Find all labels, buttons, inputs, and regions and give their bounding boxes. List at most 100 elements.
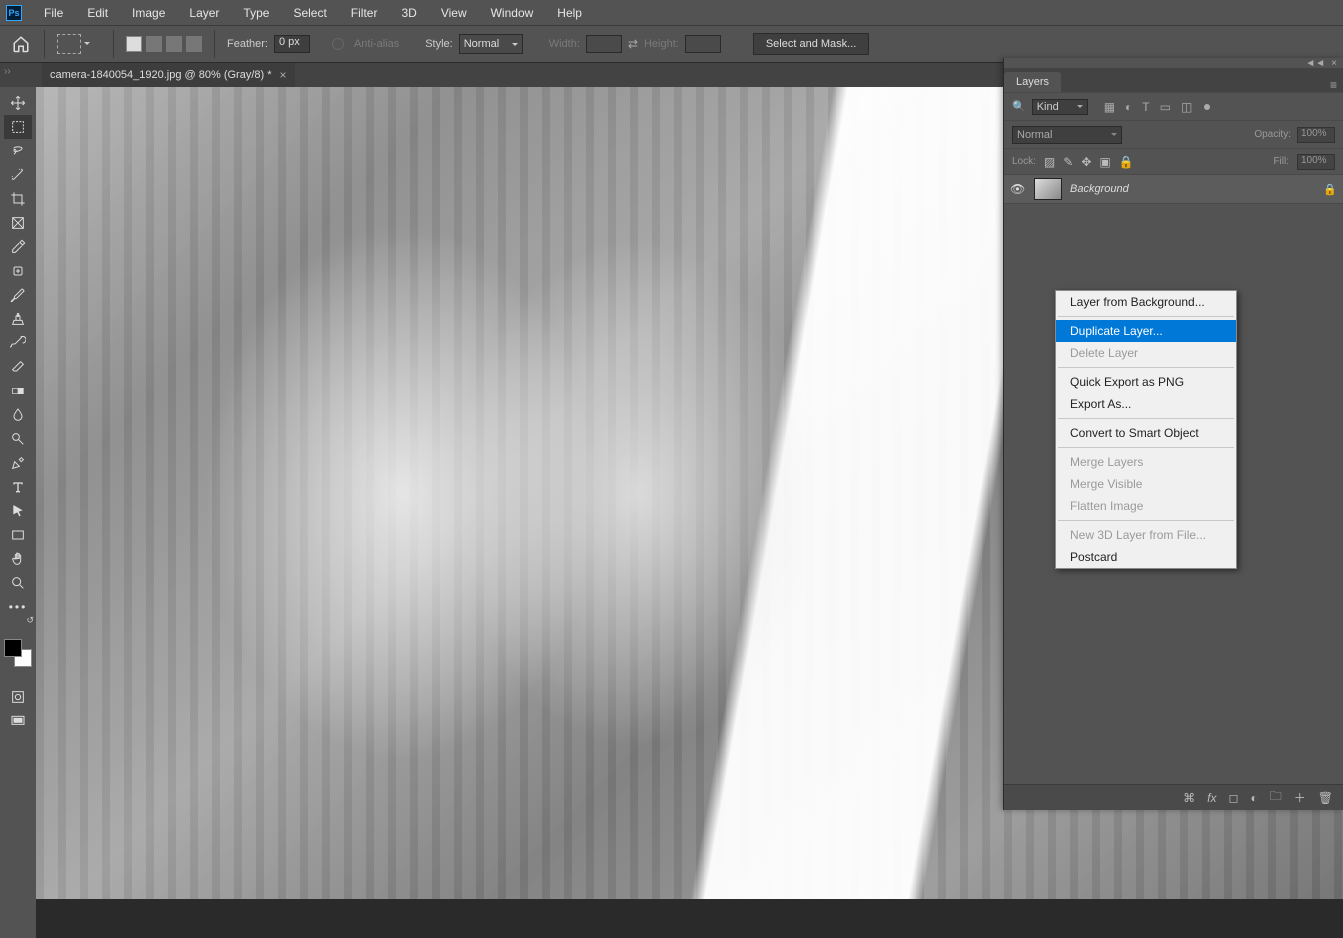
ctx-postcard[interactable]: Postcard (1056, 546, 1236, 568)
document-tab-title: camera-1840054_1920.jpg @ 80% (Gray/8) * (50, 69, 272, 81)
hand-tool[interactable] (4, 547, 32, 571)
panel-menu-icon[interactable]: ≡ (1330, 78, 1337, 92)
style-select[interactable]: Normal (459, 34, 523, 54)
ctx-convert-smart-object[interactable]: Convert to Smart Object (1056, 422, 1236, 444)
layers-tab[interactable]: Layers (1004, 72, 1061, 92)
layer-row[interactable]: 👁 Background 🔒 (1004, 174, 1343, 204)
marquee-tool[interactable] (4, 115, 32, 139)
filter-pixel-icon[interactable]: ▦ (1104, 100, 1115, 114)
history-brush-tool[interactable] (4, 331, 32, 355)
toolbox: ••• ↺ (0, 87, 36, 938)
quick-mask-icon[interactable] (4, 685, 32, 709)
collapse-icon[interactable]: ◄◄ (1305, 58, 1325, 69)
crop-tool[interactable] (4, 187, 32, 211)
opacity-label: Opacity: (1254, 129, 1291, 140)
frame-tool[interactable] (4, 211, 32, 235)
layer-name[interactable]: Background (1070, 183, 1129, 195)
ctx-layer-from-background[interactable]: Layer from Background... (1056, 291, 1236, 313)
menu-filter[interactable]: Filter (339, 6, 390, 20)
home-icon[interactable] (10, 33, 32, 55)
adjustment-layer-icon[interactable]: ◐ (1250, 791, 1257, 805)
filter-kind-select[interactable]: Kind (1032, 99, 1088, 115)
zoom-tool[interactable] (4, 571, 32, 595)
blur-tool[interactable] (4, 403, 32, 427)
selection-intersect-icon[interactable] (186, 36, 202, 52)
healing-brush-tool[interactable] (4, 259, 32, 283)
tool-preset-picker[interactable] (57, 34, 81, 54)
close-icon[interactable]: × (280, 68, 287, 82)
clone-stamp-tool[interactable] (4, 307, 32, 331)
close-icon[interactable]: × (1331, 58, 1337, 69)
link-layers-icon[interactable]: ⌘ (1183, 791, 1195, 805)
selection-subtract-icon[interactable] (166, 36, 182, 52)
select-and-mask-button[interactable]: Select and Mask... (753, 33, 870, 55)
layer-mask-icon[interactable]: ◻ (1229, 791, 1239, 805)
ctx-export-as[interactable]: Export As... (1056, 393, 1236, 415)
selection-new-icon[interactable] (126, 36, 142, 52)
brush-tool[interactable] (4, 283, 32, 307)
layers-footer: ⌘ fx ◻ ◐ 🗀 ＋ 🗑 (1004, 784, 1343, 810)
separator (1058, 316, 1234, 317)
group-icon[interactable]: 🗀 (1270, 787, 1282, 808)
layer-thumbnail[interactable] (1034, 178, 1062, 200)
lock-position-icon[interactable]: ✥ (1081, 155, 1091, 169)
magic-wand-tool[interactable] (4, 163, 32, 187)
lock-icon: 🔒 (1323, 183, 1337, 196)
ctx-duplicate-layer[interactable]: Duplicate Layer... (1056, 320, 1236, 342)
filter-adjustment-icon[interactable]: ◐ (1125, 100, 1132, 114)
rectangle-tool[interactable] (4, 523, 32, 547)
feather-input[interactable]: 0 px (274, 35, 310, 53)
type-tool[interactable] (4, 475, 32, 499)
new-layer-icon[interactable]: ＋ (1294, 789, 1306, 806)
color-swatches[interactable] (4, 639, 32, 667)
screen-mode-icon[interactable] (4, 709, 32, 733)
dodge-tool[interactable] (4, 427, 32, 451)
path-selection-tool[interactable] (4, 499, 32, 523)
menu-file[interactable]: File (32, 6, 75, 20)
divider (113, 30, 114, 58)
menu-type[interactable]: Type (231, 6, 281, 20)
separator (1058, 520, 1234, 521)
menu-help[interactable]: Help (545, 6, 594, 20)
blend-mode-select: Normal (1012, 126, 1122, 144)
lasso-tool[interactable] (4, 139, 32, 163)
layer-style-icon[interactable]: fx (1207, 791, 1216, 805)
visibility-icon[interactable]: 👁 (1010, 182, 1026, 196)
menu-image[interactable]: Image (120, 6, 177, 20)
menu-edit[interactable]: Edit (75, 6, 120, 20)
menu-view[interactable]: View (429, 6, 479, 20)
menu-layer[interactable]: Layer (177, 6, 231, 20)
foreground-color-swatch[interactable] (4, 639, 22, 657)
antialias-checkbox (332, 38, 344, 50)
menu-select[interactable]: Select (281, 6, 338, 20)
filter-shape-icon[interactable]: ▭ (1160, 100, 1171, 114)
eyedropper-tool[interactable] (4, 235, 32, 259)
selection-add-icon[interactable] (146, 36, 162, 52)
lock-all-icon[interactable]: 🔒 (1119, 155, 1134, 169)
delete-layer-icon[interactable]: 🗑 (1318, 791, 1333, 805)
lock-transparency-icon[interactable]: ▨ (1044, 155, 1055, 169)
filter-toggle-icon[interactable] (1204, 104, 1210, 110)
eraser-tool[interactable] (4, 355, 32, 379)
pen-tool[interactable] (4, 451, 32, 475)
menu-3d[interactable]: 3D (389, 6, 428, 20)
filter-type-icon[interactable]: T (1142, 100, 1149, 114)
width-input (586, 35, 622, 53)
move-tool[interactable] (4, 91, 32, 115)
ctx-quick-export-png[interactable]: Quick Export as PNG (1056, 371, 1236, 393)
separator (1058, 367, 1234, 368)
menu-window[interactable]: Window (479, 6, 546, 20)
ctx-flatten-image: Flatten Image (1056, 495, 1236, 517)
lock-image-icon[interactable]: ✎ (1063, 155, 1073, 169)
lock-artboard-icon[interactable]: ▣ (1099, 155, 1110, 169)
swap-colors-icon[interactable]: ↺ (4, 619, 32, 633)
document-tab[interactable]: camera-1840054_1920.jpg @ 80% (Gray/8) *… (42, 63, 295, 87)
ctx-new-3d-layer: New 3D Layer from File... (1056, 524, 1236, 546)
context-menu: Layer from Background... Duplicate Layer… (1055, 290, 1237, 569)
ctx-delete-layer: Delete Layer (1056, 342, 1236, 364)
height-input (685, 35, 721, 53)
gradient-tool[interactable] (4, 379, 32, 403)
filter-smartobject-icon[interactable]: ◫ (1181, 100, 1192, 114)
panel-drag-icon[interactable]: ›› (4, 66, 11, 77)
height-label: Height: (644, 38, 679, 50)
